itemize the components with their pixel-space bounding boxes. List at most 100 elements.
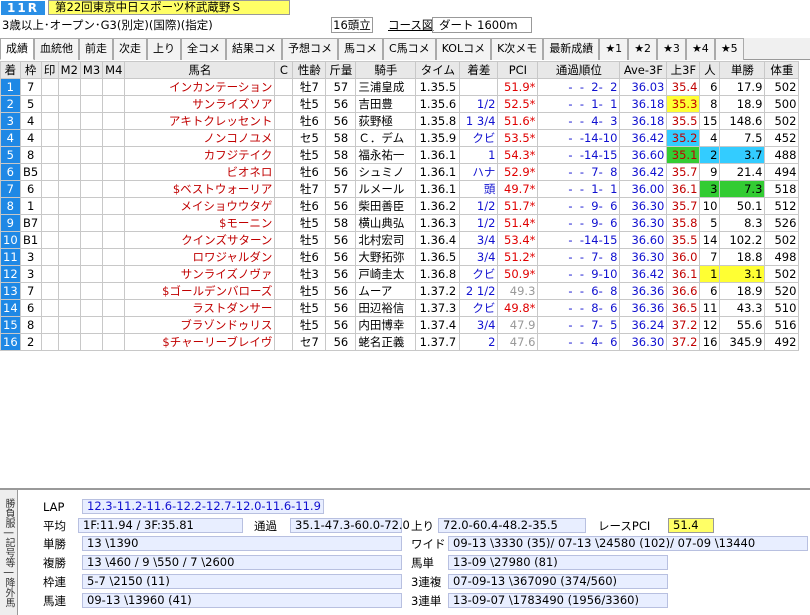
cell-c [274,265,294,283]
cell-name[interactable]: メイショウウタゲ [124,197,276,215]
cell-name[interactable]: アキトクレッセント [124,112,276,130]
table-row[interactable]: 16 2 $チャーリーブレイヴ セ7 56 蛯名正義 1.37.7 2 47.6- - 4- 6… [0,333,800,351]
tab-17[interactable]: ★5 [714,38,744,60]
cell-frame: B5 [19,163,42,181]
tab-10[interactable]: KOLコメ [435,38,492,60]
column-header-16[interactable]: 上3F [666,61,701,79]
column-header-2[interactable]: 印 [40,61,59,79]
cell-name[interactable]: クインズサターン [124,231,276,249]
column-header-5[interactable]: M4 [102,61,126,79]
cell-name[interactable]: ノンコノユメ [124,129,276,147]
tab-2[interactable]: 前走 [79,38,113,60]
lap-label: LAP [43,500,65,514]
course-map-link[interactable]: コース図 [388,18,433,32]
tab-16[interactable]: ★4 [685,38,715,60]
table-row[interactable]: 9 B7 $モーニン 牡5 58 横山典弘 1.36.3 1/2 51.4* - - 9- 6 36… [0,214,800,232]
cell-name[interactable]: ブラゾンドゥリス [124,316,276,334]
cell-name[interactable]: インカンテーション [124,78,276,96]
tab-5[interactable]: 全コメ [181,38,226,60]
cell-kin: 56 [325,112,357,130]
table-row[interactable]: 12 3 サンライズノヴァ 牡3 56 戸崎圭太 1.36.8 クビ 50.9* - - 9-10… [0,265,800,283]
cell-pos: 14 [0,299,21,317]
tab-14[interactable]: ★2 [628,38,658,60]
table-body: 1 7 インカンテーション 牡7 57 三浦皇成 1.35.5 51.9* - - 2- 2 36… [0,78,800,351]
payout-panel: 勝負服 | 記号等 | 降外馬 LAP 12.3-11.2-11.6-12.2-… [0,488,810,615]
tab-4[interactable]: 上り [147,38,181,60]
column-header-15[interactable]: Ave-3F [619,61,668,79]
column-header-9[interactable]: 斤量 [325,61,357,79]
cell-c [274,146,294,164]
tab-6[interactable]: 結果コメ [226,38,282,60]
cell-m4 [102,129,126,147]
avg-label: 平均 [43,519,66,533]
cell-name[interactable]: ロワジャルダン [124,248,276,266]
column-header-17[interactable]: 人 [699,61,721,79]
column-header-0[interactable]: 着 [0,61,21,79]
table-row[interactable]: 1 7 インカンテーション 牡7 57 三浦皇成 1.35.5 51.9* - - 2- 2 36… [0,78,800,96]
column-header-10[interactable]: 騎手 [355,61,417,79]
column-header-19[interactable]: 体重 [764,61,800,79]
cell-margin: 1/2 [459,95,499,113]
table-row[interactable]: 14 6 ラストダンサー 牡5 56 田辺裕信 1.37.3 クビ 49.8* - - 8- 63… [0,299,800,317]
cell-pos: 12 [0,265,21,283]
table-row[interactable]: 7 6 $ベストウォーリア 牡7 57 ルメール 1.36.1 頭 49.7* - - 1- 13… [0,180,800,198]
table-row[interactable]: 6 B5 ビオネロ 牡6 56 シュミノ 1.36.1 ハナ 52.9* - - 7- 8 36.4… [0,163,800,181]
tab-3[interactable]: 次走 [113,38,147,60]
table-row[interactable]: 15 8 ブラゾンドゥリス 牡5 56 内田博幸 1.37.4 3/4 47.9- - 7- 5… [0,316,800,334]
tab-12[interactable]: 最新成績 [543,38,600,60]
cell-c [274,214,294,232]
tab-1[interactable]: 血統他 [34,38,79,60]
side-tabs[interactable]: 勝負服 | 記号等 | 降外馬 [0,490,18,615]
cell-time: 1.36.2 [415,197,461,215]
cell-name[interactable]: ビオネロ [124,163,276,181]
column-header-6[interactable]: 馬名 [124,61,276,79]
table-row[interactable]: 3 4 アキトクレッセント 牡6 56 荻野極 1.35.8 1 3/4 51.6* - - 4-… [0,112,800,130]
column-header-1[interactable]: 枠 [19,61,42,79]
column-header-13[interactable]: PCI [497,61,539,79]
column-header-18[interactable]: 単勝 [719,61,766,79]
table-row[interactable]: 2 5 サンライズソア 牡5 56 吉田豊 1.35.6 1/2 52.5* - - 1- 1 36… [0,95,800,113]
cell-name[interactable]: $ベストウォーリア [124,180,276,198]
cell-name[interactable]: ラストダンサー [124,299,276,317]
table-row[interactable]: 5 8 カフジテイク 牡5 58 福永祐一 1.36.1 1 54.3* - -14-15 36.6… [0,146,800,164]
tab-7[interactable]: 予想コメ [282,38,338,60]
cell-time: 1.35.8 [415,112,461,130]
cell-c [274,282,294,300]
tab-13[interactable]: ★1 [599,38,629,60]
tab-0[interactable]: 成績 [0,38,34,60]
table-row[interactable]: 8 1 メイショウウタゲ 牡6 56 柴田善臣 1.36.2 1/2 51.7* - - 9- 6… [0,197,800,215]
cell-name[interactable]: カフジテイク [124,146,276,164]
cell-name[interactable]: $チャーリーブレイヴ [124,333,276,351]
cell-frame: B1 [19,231,42,249]
cell-sex: 牡6 [292,197,327,215]
cell-m3 [79,265,104,283]
column-header-8[interactable]: 性齢 [292,61,327,79]
cell-pass: - - 7- 5 [537,316,621,334]
cell-pos: 15 [0,316,21,334]
table-row[interactable]: 10 B1 クインズサターン 牡5 56 北村宏司 1.36.4 3/4 53.4* - -14-… [0,231,800,249]
cell-m2 [57,282,81,300]
cell-jockey: 福永祐一 [355,146,417,164]
place-label: 複勝 [43,556,66,570]
column-header-14[interactable]: 通過順位 [537,61,621,79]
column-header-11[interactable]: タイム [415,61,461,79]
cell-name[interactable]: $ゴールデンバローズ [124,282,276,300]
cell-name[interactable]: サンライズソア [124,95,276,113]
tab-9[interactable]: C馬コメ [383,38,436,60]
column-header-3[interactable]: M2 [57,61,81,79]
column-header-4[interactable]: M3 [79,61,104,79]
table-row[interactable]: 4 4 ノンコノユメ セ5 58 Ｃ．デム 1.35.9 クビ 53.5* - -14-10 36.… [0,129,800,147]
column-header-7[interactable]: C [274,61,294,79]
cell-weight: 488 [764,146,800,164]
cell-name[interactable]: サンライズノヴァ [124,265,276,283]
table-row[interactable]: 11 3 ロワジャルダン 牡6 56 大野拓弥 1.36.5 3/4 51.2* - - 7- 8… [0,248,800,266]
cell-name[interactable]: $モーニン [124,214,276,232]
tab-8[interactable]: 馬コメ [338,38,383,60]
cell-pop: 16 [699,333,721,351]
tab-11[interactable]: K次メモ [491,38,544,60]
column-header-12[interactable]: 着差 [459,61,499,79]
table-row[interactable]: 13 7 $ゴールデンバローズ 牡5 56 ムーア 1.37.2 2 1/2 49.3- - 6… [0,282,800,300]
cell-mark [40,231,59,249]
cell-last3: 36.0 [666,248,701,266]
tab-15[interactable]: ★3 [657,38,686,60]
